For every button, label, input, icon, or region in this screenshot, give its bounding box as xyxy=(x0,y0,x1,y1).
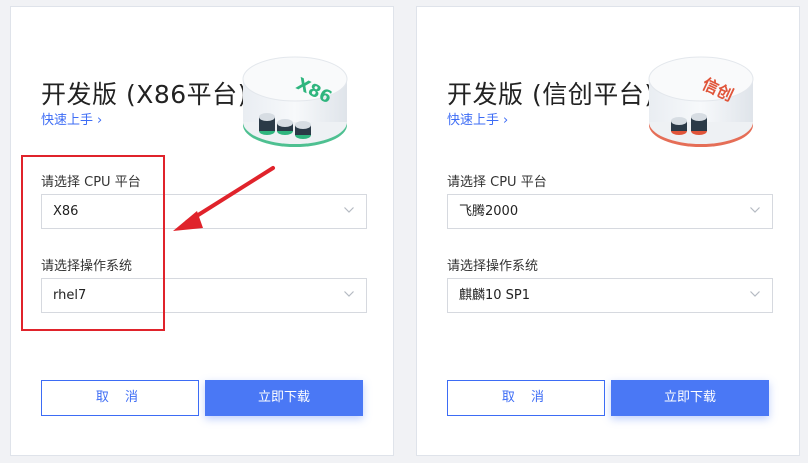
cancel-button[interactable]: 取 消 xyxy=(41,380,199,416)
annotation-arrow-icon xyxy=(173,166,275,231)
quick-start-label: 快速上手 xyxy=(447,113,500,128)
xinchuang-platform-badge-icon: 信创 xyxy=(648,56,754,147)
download-button[interactable]: 立即下载 xyxy=(611,380,769,416)
download-button[interactable]: 立即下载 xyxy=(205,380,363,416)
cancel-button[interactable]: 取 消 xyxy=(447,380,605,416)
os-value: 麒麟10 SP1 xyxy=(459,288,531,303)
quick-start-label: 快速上手 xyxy=(41,113,94,128)
card-title: 开发版 (X86平台) xyxy=(41,80,248,109)
chevron-down-icon xyxy=(344,207,354,213)
x86-platform-badge-icon: X86 xyxy=(242,56,348,147)
chevron-down-icon xyxy=(750,207,760,213)
card-title: 开发版 (信创平台) xyxy=(447,80,655,109)
chevron-down-icon xyxy=(344,291,354,297)
os-select[interactable]: 麒麟10 SP1 xyxy=(447,278,773,313)
quick-start-link[interactable]: 快速上手 › xyxy=(447,109,508,128)
os-label: 请选择操作系统 xyxy=(447,259,539,274)
cpu-platform-value: 飞腾2000 xyxy=(459,204,519,219)
chevron-right-icon: › xyxy=(97,113,103,128)
cpu-platform-label: 请选择 CPU 平台 xyxy=(447,175,547,190)
chevron-right-icon: › xyxy=(503,113,509,128)
download-card-xinchuang: 开发版 (信创平台) 快速上手 › 信创 请选择 CPU 平台 飞腾2000 请选… xyxy=(416,6,800,456)
annotation-highlight-box xyxy=(21,155,165,331)
chevron-down-icon xyxy=(750,291,760,297)
quick-start-link[interactable]: 快速上手 › xyxy=(41,109,102,128)
cpu-platform-select[interactable]: 飞腾2000 xyxy=(447,194,773,229)
